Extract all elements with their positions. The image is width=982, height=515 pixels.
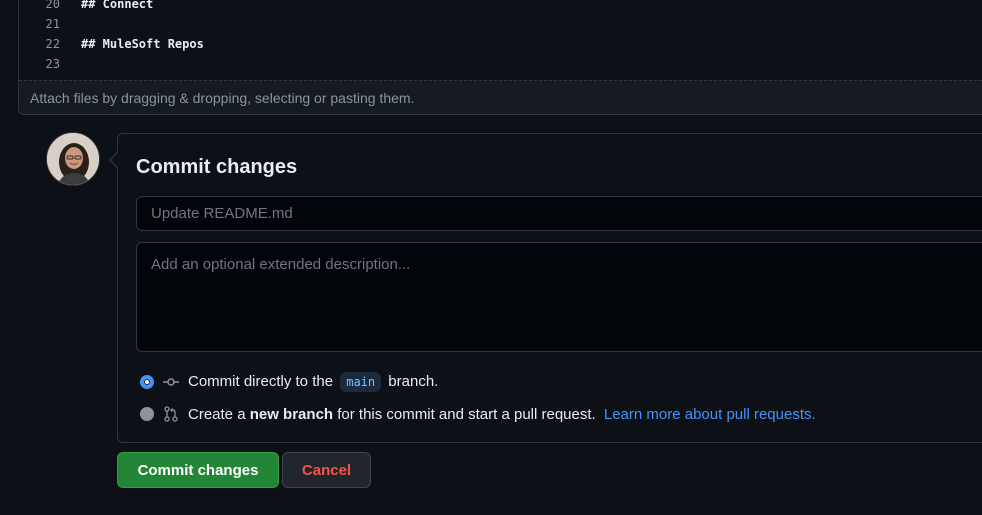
branch-name: main: [340, 372, 382, 392]
commit-summary-input[interactable]: [136, 196, 982, 231]
panel-pointer-fill: [111, 152, 119, 168]
commit-direct-radio[interactable]: [140, 375, 154, 389]
code-line: 22 ## MuleSoft Repos: [19, 34, 204, 54]
avatar-image: [47, 133, 99, 185]
code-line: 23: [19, 54, 81, 74]
code-line: 20 ## Connect: [19, 0, 154, 14]
commit-direct-option[interactable]: Commit directly to the main branch.: [140, 371, 438, 393]
line-number: 22: [45, 37, 60, 51]
commit-direct-label: Commit directly to the main branch.: [188, 372, 438, 392]
new-branch-bold: new branch: [249, 405, 334, 423]
code-line: 21: [19, 14, 81, 34]
attach-hint: Attach files by dragging & dropping, sel…: [30, 89, 415, 106]
line-content: ## Connect: [81, 0, 154, 11]
git-pull-request-icon: [164, 406, 178, 422]
line-number: 20: [45, 0, 60, 11]
file-editor: 20 ## Connect 21 22 ## MuleSoft Repos 23…: [18, 0, 982, 115]
commit-title: Commit changes: [136, 156, 298, 178]
new-branch-radio[interactable]: [140, 407, 154, 421]
line-number: 23: [45, 57, 60, 71]
new-branch-label: Create a new branch for this commit and …: [188, 406, 816, 423]
commit-description-input[interactable]: [136, 242, 982, 352]
new-branch-prefix: Create a: [188, 405, 246, 423]
git-commit-icon: [163, 378, 179, 386]
commit-direct-prefix: Commit directly to the: [188, 373, 334, 390]
cancel-button[interactable]: Cancel: [282, 452, 371, 488]
code-area[interactable]: 20 ## Connect 21 22 ## MuleSoft Repos 23: [19, 0, 982, 80]
commit-changes-button[interactable]: Commit changes: [117, 452, 279, 488]
user-avatar[interactable]: [46, 132, 100, 186]
attach-files-bar[interactable]: Attach files by dragging & dropping, sel…: [19, 80, 982, 114]
line-content: ## MuleSoft Repos: [81, 37, 204, 51]
new-branch-option[interactable]: Create a new branch for this commit and …: [140, 403, 816, 425]
learn-more-pull-requests-link[interactable]: Learn more about pull requests.: [604, 406, 816, 423]
line-number: 21: [45, 17, 60, 31]
commit-panel: Commit changes Commit directly to the ma…: [117, 133, 982, 443]
commit-direct-suffix: branch.: [388, 373, 439, 390]
new-branch-suffix: for this commit and start a pull request…: [337, 405, 596, 423]
